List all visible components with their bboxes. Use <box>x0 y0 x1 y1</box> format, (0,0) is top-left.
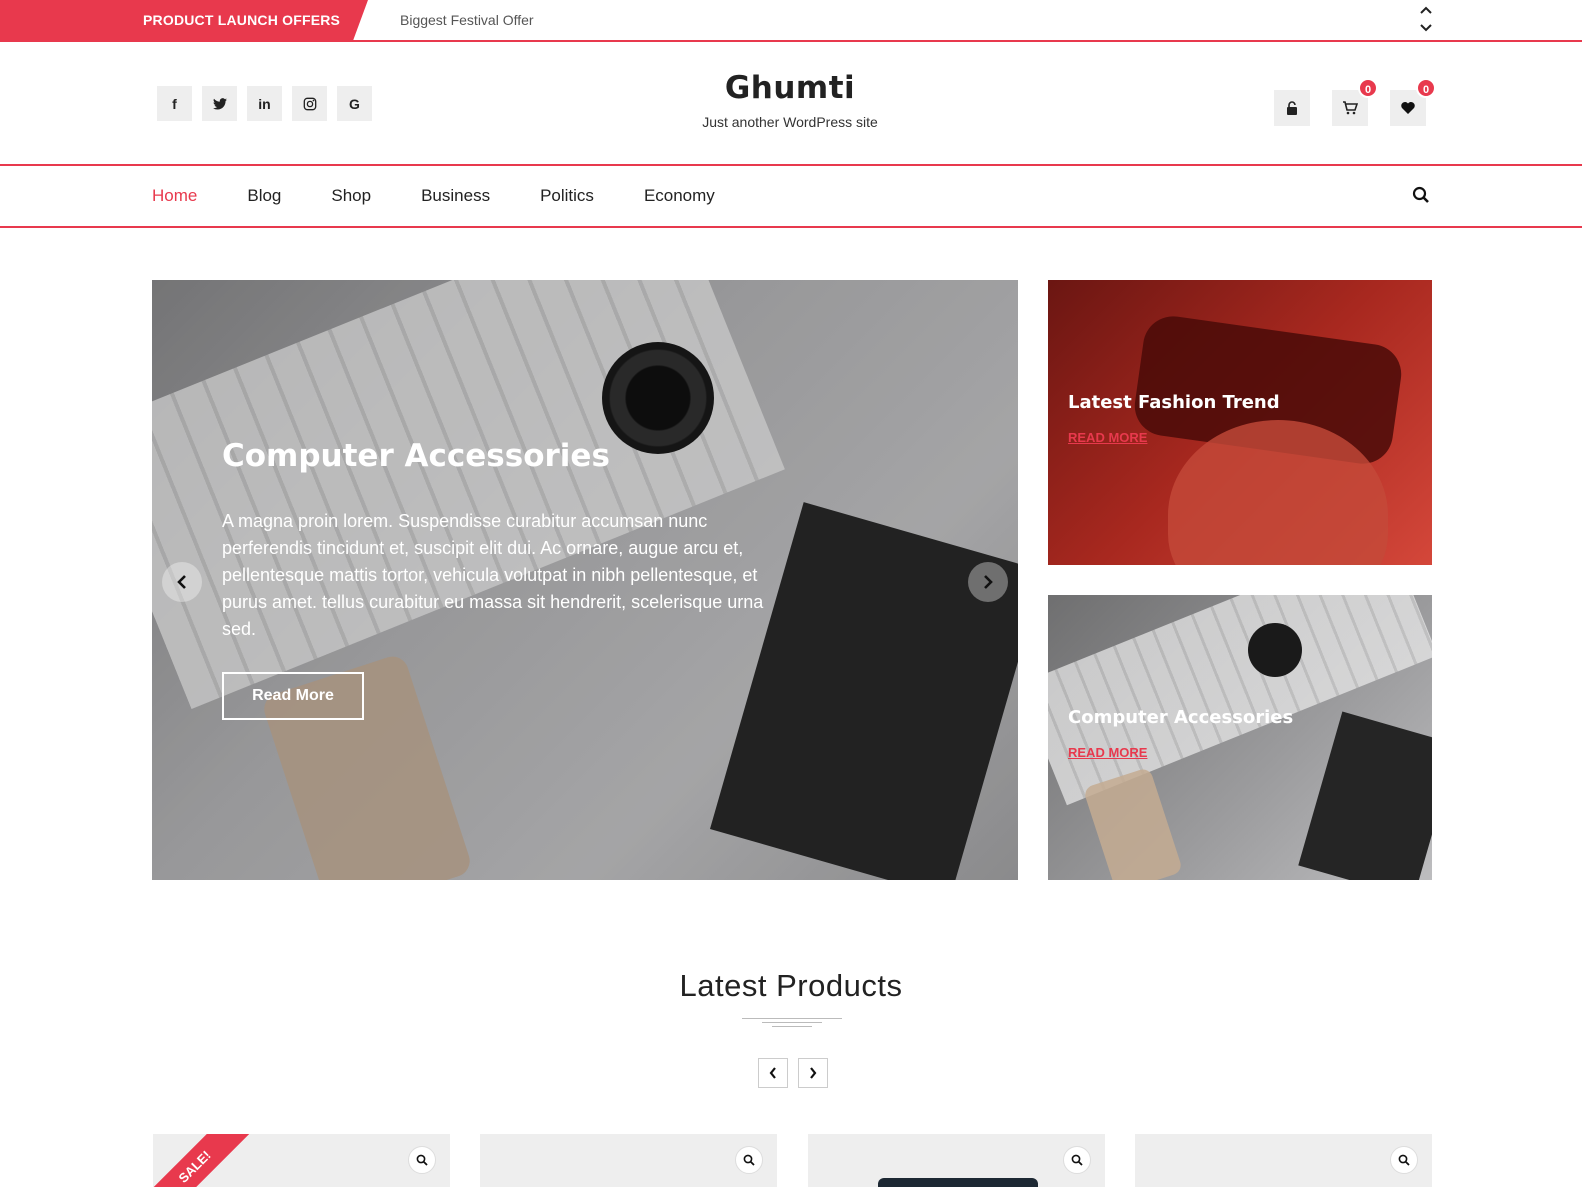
facebook-icon[interactable]: f <box>157 86 192 121</box>
hero-description: A magna proin lorem. Suspendisse curabit… <box>222 511 764 639</box>
lock-icon[interactable] <box>1274 90 1310 126</box>
read-more-link[interactable]: READ MORE <box>1068 745 1147 760</box>
chevron-left-icon[interactable] <box>758 1058 788 1088</box>
cart-icon[interactable]: 0 <box>1332 78 1378 126</box>
site-header: f in G Ghumti Just another WordPress sit… <box>0 42 1582 166</box>
top-bar: PRODUCT LAUNCH OFFERS Biggest Festival O… <box>0 0 1582 42</box>
notebook-image <box>1298 711 1432 880</box>
product-card[interactable] <box>480 1134 777 1187</box>
search-icon[interactable] <box>1390 1146 1418 1174</box>
search-icon[interactable] <box>1412 186 1432 206</box>
heart-icon[interactable]: 0 <box>1390 78 1436 126</box>
nav-item-shop[interactable]: Shop <box>331 186 371 206</box>
promo-ticker-text[interactable]: Biggest Festival Offer <box>400 0 534 40</box>
site-tagline: Just another WordPress site <box>702 114 878 130</box>
hero-slider: Computer Accessories A magna proin lorem… <box>152 280 1018 880</box>
linkedin-icon[interactable]: in <box>247 86 282 121</box>
camera-lens-image <box>1248 623 1302 677</box>
product-image <box>878 1178 1038 1187</box>
wishlist-count-badge: 0 <box>1416 78 1436 98</box>
product-card[interactable]: SALE! <box>153 1134 450 1187</box>
ticker-controls <box>1412 2 1440 38</box>
featured-card-fashion[interactable]: Latest Fashion Trend READ MORE <box>1048 280 1432 565</box>
site-title[interactable]: Ghumti <box>590 70 990 106</box>
promo-label: PRODUCT LAUNCH OFFERS <box>0 0 368 40</box>
read-more-link[interactable]: READ MORE <box>1068 430 1147 445</box>
chevron-up-icon[interactable] <box>1412 2 1440 20</box>
header-actions: 0 0 <box>1274 78 1436 126</box>
product-card[interactable] <box>808 1134 1105 1187</box>
card-title[interactable]: Computer Accessories <box>1068 707 1293 728</box>
product-card[interactable] <box>1135 1134 1432 1187</box>
chevron-left-icon[interactable] <box>162 562 202 602</box>
section-title: Latest Products <box>679 968 903 1003</box>
chevron-right-icon[interactable] <box>798 1058 828 1088</box>
main-navigation: Home Blog Shop Business Politics Economy <box>0 166 1582 228</box>
title-divider <box>742 1018 842 1027</box>
phone-image <box>1082 766 1184 880</box>
social-links: f in G <box>157 86 372 121</box>
nav-item-business[interactable]: Business <box>421 186 490 206</box>
chevron-down-icon[interactable] <box>1412 20 1440 38</box>
nav-item-politics[interactable]: Politics <box>540 186 594 206</box>
search-icon[interactable] <box>735 1146 763 1174</box>
read-more-button[interactable]: Read More <box>222 672 364 720</box>
nav-item-blog[interactable]: Blog <box>247 186 281 206</box>
twitter-icon[interactable] <box>202 86 237 121</box>
search-icon[interactable] <box>1063 1146 1091 1174</box>
product-carousel-nav <box>758 1058 828 1088</box>
featured-card-accessories[interactable]: Computer Accessories READ MORE <box>1048 595 1432 880</box>
instagram-icon[interactable] <box>292 86 327 121</box>
search-icon[interactable] <box>408 1146 436 1174</box>
card-title[interactable]: Latest Fashion Trend <box>1068 392 1280 413</box>
site-branding: Ghumti Just another WordPress site <box>590 70 990 130</box>
hero-title[interactable]: Computer Accessories <box>222 438 610 474</box>
nav-item-economy[interactable]: Economy <box>644 186 715 206</box>
nav-item-home[interactable]: Home <box>152 186 197 206</box>
sale-badge: SALE! <box>153 1134 256 1187</box>
cart-count-badge: 0 <box>1358 78 1378 98</box>
chevron-right-icon[interactable] <box>968 562 1008 602</box>
google-icon[interactable]: G <box>337 86 372 121</box>
nav-menu: Home Blog Shop Business Politics Economy <box>152 166 765 226</box>
